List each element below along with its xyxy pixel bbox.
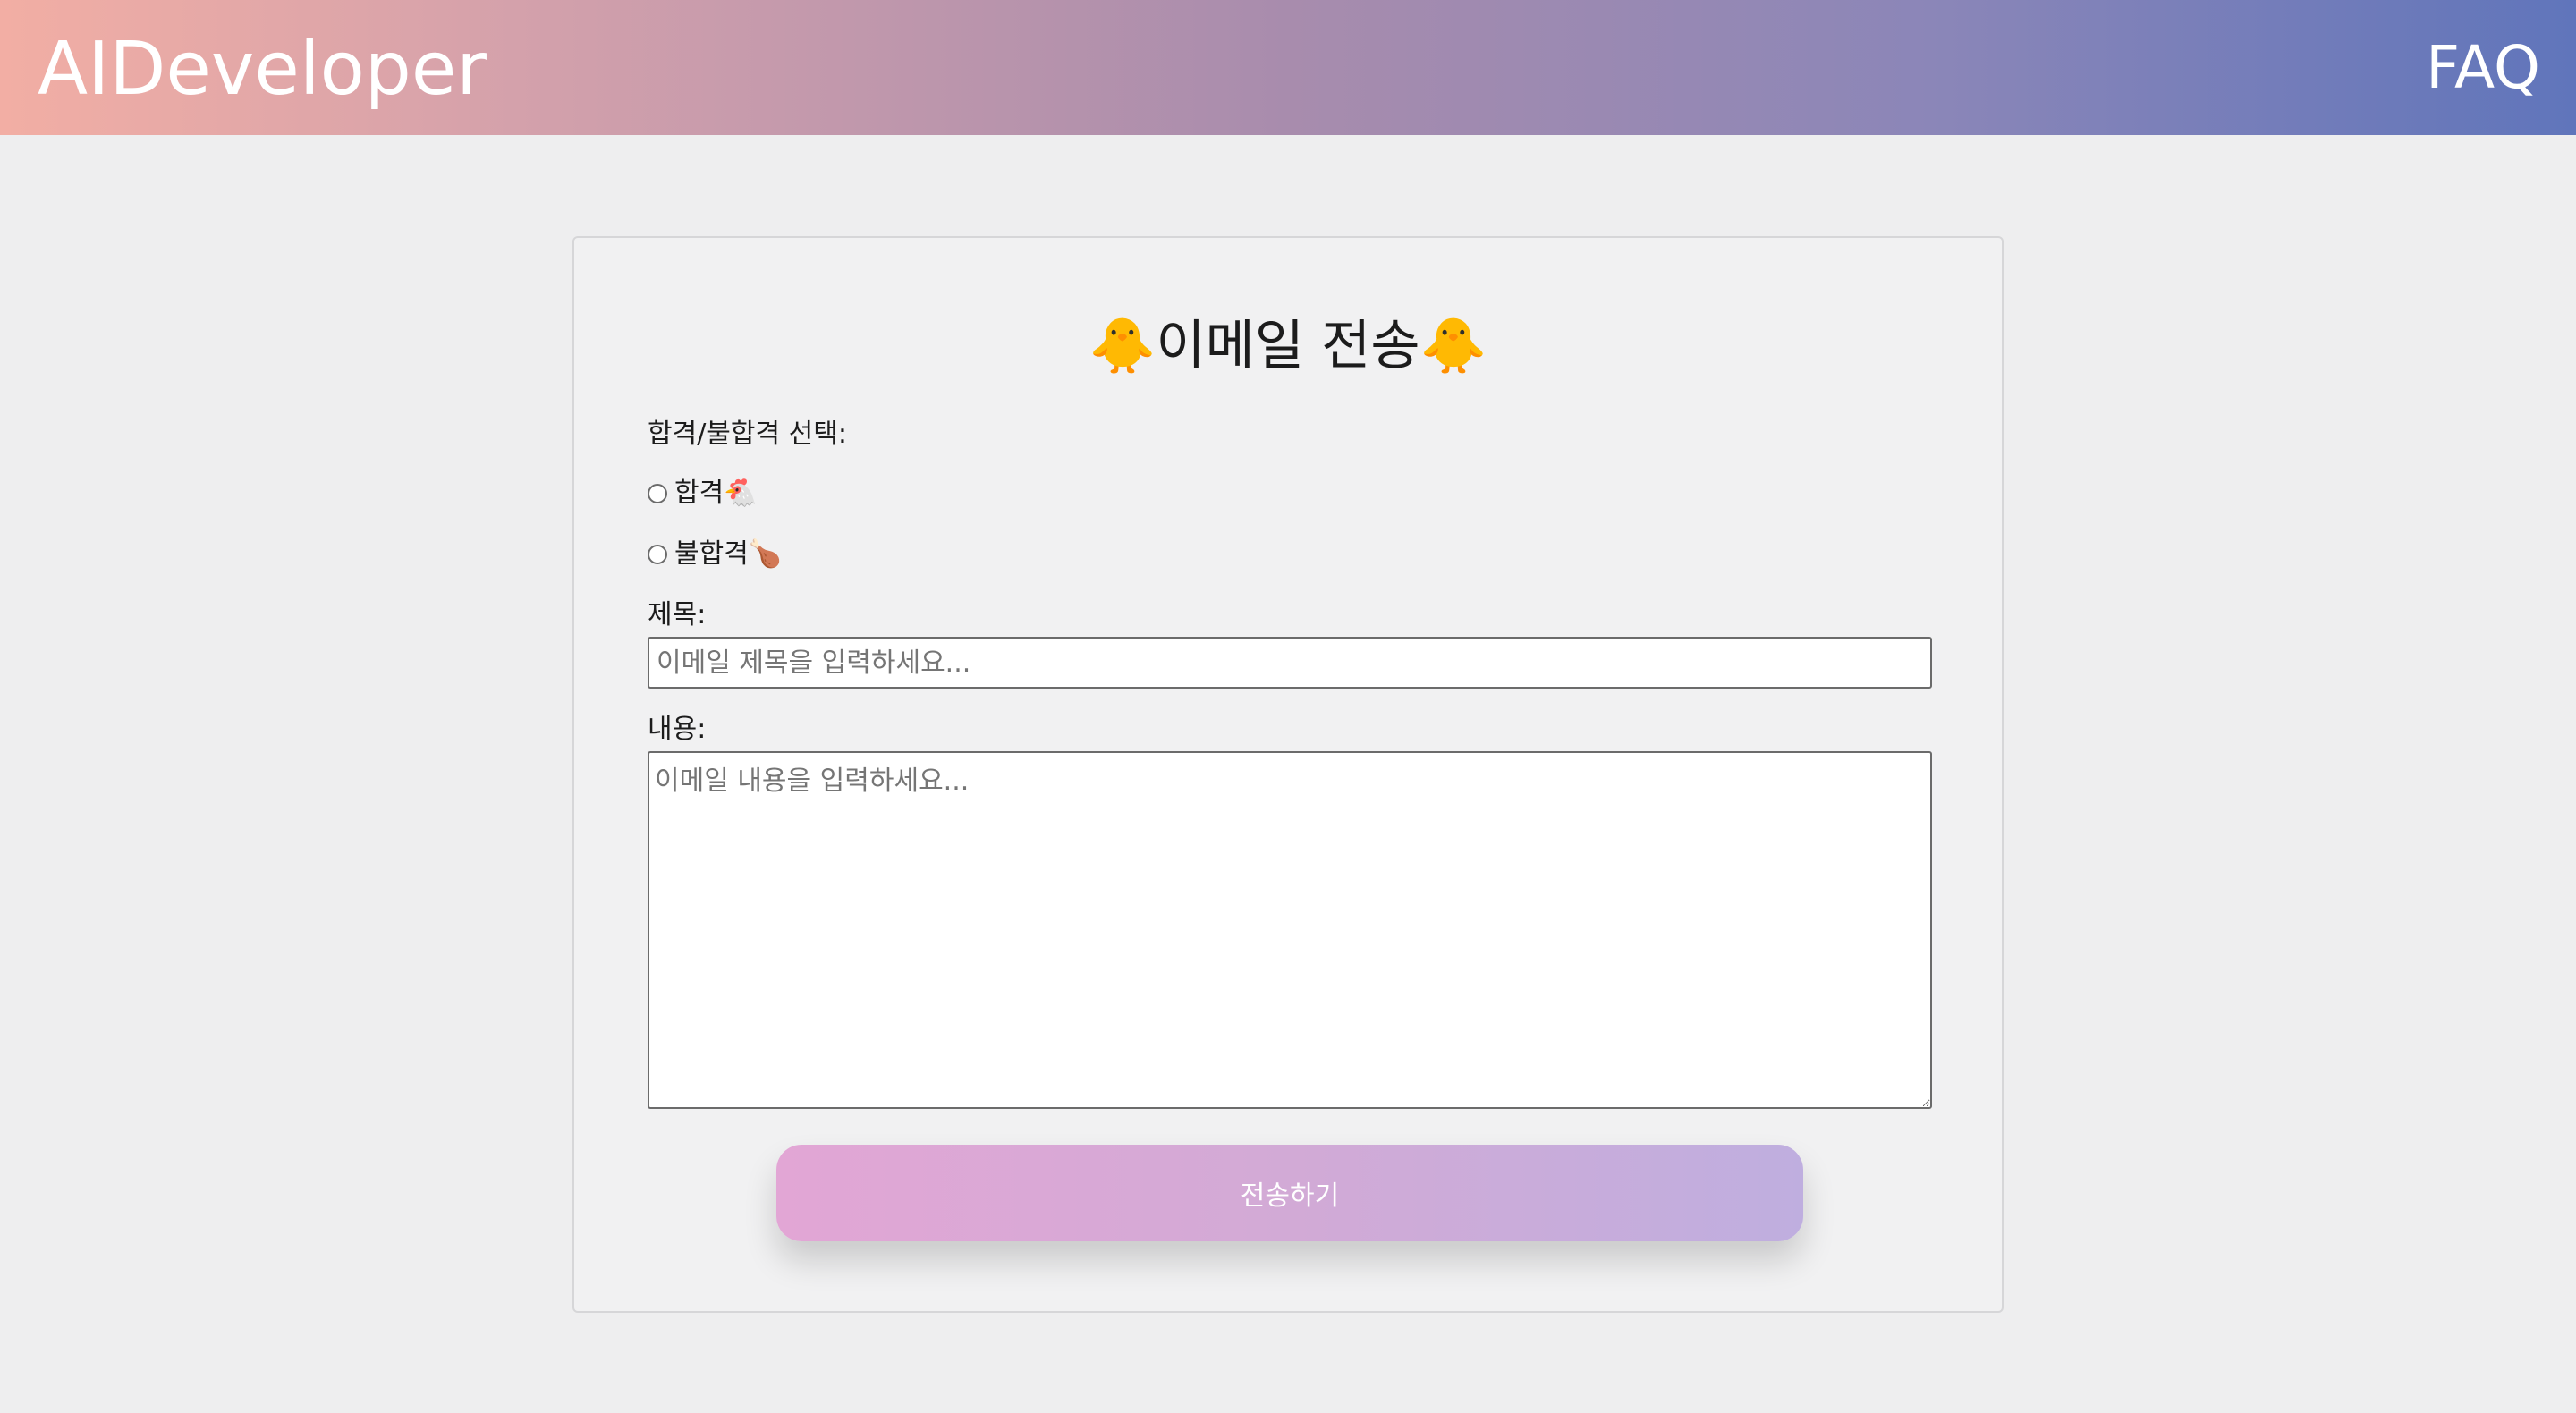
subject-label: 제목: <box>648 599 707 630</box>
faq-link[interactable]: FAQ <box>2426 30 2540 106</box>
radio-option-fail[interactable]: 불합격🍗 <box>648 535 782 574</box>
email-form-card: 🐥이메일 전송🐥 합격/불합격 선택: 합격🐔 불합격🍗 제목: 내용: 전송하… <box>572 236 2004 1313</box>
radio-option-pass[interactable]: 합격🐔 <box>648 474 758 513</box>
page-title: 🐥이메일 전송🐥 <box>1089 315 1487 377</box>
result-selection-label: 합격/불합격 선택: <box>648 419 847 450</box>
top-header: AIDeveloper FAQ <box>0 0 2576 135</box>
content-textarea[interactable] <box>648 751 1932 1109</box>
subject-input[interactable] <box>648 637 1932 689</box>
radio-pass-label: 합격🐔 <box>674 478 758 509</box>
radio-fail-label: 불합격🍗 <box>674 538 783 570</box>
radio-pass-input[interactable] <box>648 484 667 503</box>
send-button[interactable]: 전송하기 <box>776 1145 1803 1241</box>
content-label: 내용: <box>648 714 707 745</box>
site-logo[interactable]: AIDeveloper <box>38 25 487 114</box>
radio-fail-input[interactable] <box>648 545 667 564</box>
